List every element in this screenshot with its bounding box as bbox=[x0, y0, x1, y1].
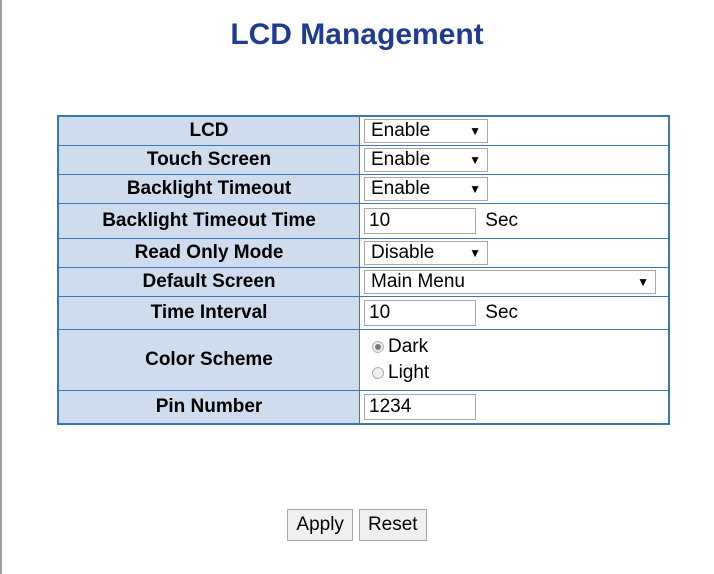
color-scheme-light-option[interactable]: Light bbox=[364, 360, 668, 386]
backlight-timeout-row: Backlight Timeout Enable ▼ bbox=[57, 174, 670, 204]
color-scheme-light-label: Light bbox=[388, 362, 430, 383]
color-scheme-row: Color Scheme Dark Light bbox=[57, 329, 670, 391]
page-title: LCD Management bbox=[230, 18, 484, 51]
default-screen-label: Default Screen bbox=[57, 267, 360, 297]
color-scheme-dark-option[interactable]: Dark bbox=[364, 334, 668, 360]
backlight-timeout-time-label: Backlight Timeout Time bbox=[57, 203, 360, 239]
radio-unselected-icon[interactable] bbox=[372, 367, 384, 379]
read-only-mode-select[interactable]: Disable ▼ bbox=[364, 241, 488, 265]
touch-screen-select[interactable]: Enable ▼ bbox=[364, 148, 488, 172]
time-interval-unit: Sec bbox=[485, 302, 519, 323]
window-left-border bbox=[0, 0, 2, 574]
backlight-timeout-time-input[interactable]: 10 bbox=[364, 208, 476, 234]
backlight-timeout-select[interactable]: Enable ▼ bbox=[364, 177, 488, 201]
apply-button[interactable]: Apply bbox=[287, 509, 353, 541]
chevron-down-icon: ▼ bbox=[469, 182, 481, 196]
touch-screen-label: Touch Screen bbox=[57, 145, 360, 175]
read-only-mode-select-value: Disable bbox=[371, 242, 435, 263]
pin-number-row: Pin Number 1234 bbox=[57, 390, 670, 425]
backlight-timeout-time-unit: Sec bbox=[485, 210, 519, 231]
backlight-timeout-select-value: Enable bbox=[371, 178, 431, 199]
time-interval-input[interactable]: 10 bbox=[364, 300, 476, 326]
chevron-down-icon: ▼ bbox=[637, 275, 649, 289]
form-buttons: Apply Reset bbox=[0, 509, 714, 541]
chevron-down-icon: ▼ bbox=[469, 153, 481, 167]
time-interval-row: Time Interval 10 Sec bbox=[57, 296, 670, 330]
chevron-down-icon: ▼ bbox=[469, 246, 481, 260]
color-scheme-dark-label: Dark bbox=[388, 336, 429, 357]
lcd-label: LCD bbox=[57, 115, 360, 146]
read-only-mode-row: Read Only Mode Disable ▼ bbox=[57, 238, 670, 268]
default-screen-row: Default Screen Main Menu ▼ bbox=[57, 267, 670, 297]
lcd-select[interactable]: Enable ▼ bbox=[364, 119, 488, 143]
pin-number-label: Pin Number bbox=[57, 390, 360, 425]
backlight-timeout-time-row: Backlight Timeout Time 10 Sec bbox=[57, 203, 670, 239]
radio-selected-icon[interactable] bbox=[372, 341, 384, 353]
lcd-select-value: Enable bbox=[371, 120, 431, 141]
default-screen-select-value: Main Menu bbox=[371, 271, 465, 292]
touch-screen-row: Touch Screen Enable ▼ bbox=[57, 145, 670, 175]
color-scheme-label: Color Scheme bbox=[57, 329, 360, 391]
touch-screen-select-value: Enable bbox=[371, 149, 431, 170]
backlight-timeout-label: Backlight Timeout bbox=[57, 174, 360, 204]
lcd-settings-table: LCD Enable ▼ Touch Screen Enable ▼ Backl… bbox=[57, 115, 670, 425]
chevron-down-icon: ▼ bbox=[469, 124, 481, 138]
pin-number-input[interactable]: 1234 bbox=[364, 394, 476, 420]
default-screen-select[interactable]: Main Menu ▼ bbox=[364, 270, 656, 294]
read-only-mode-label: Read Only Mode bbox=[57, 238, 360, 268]
lcd-row: LCD Enable ▼ bbox=[57, 115, 670, 146]
time-interval-label: Time Interval bbox=[57, 296, 360, 330]
reset-button[interactable]: Reset bbox=[358, 509, 427, 541]
